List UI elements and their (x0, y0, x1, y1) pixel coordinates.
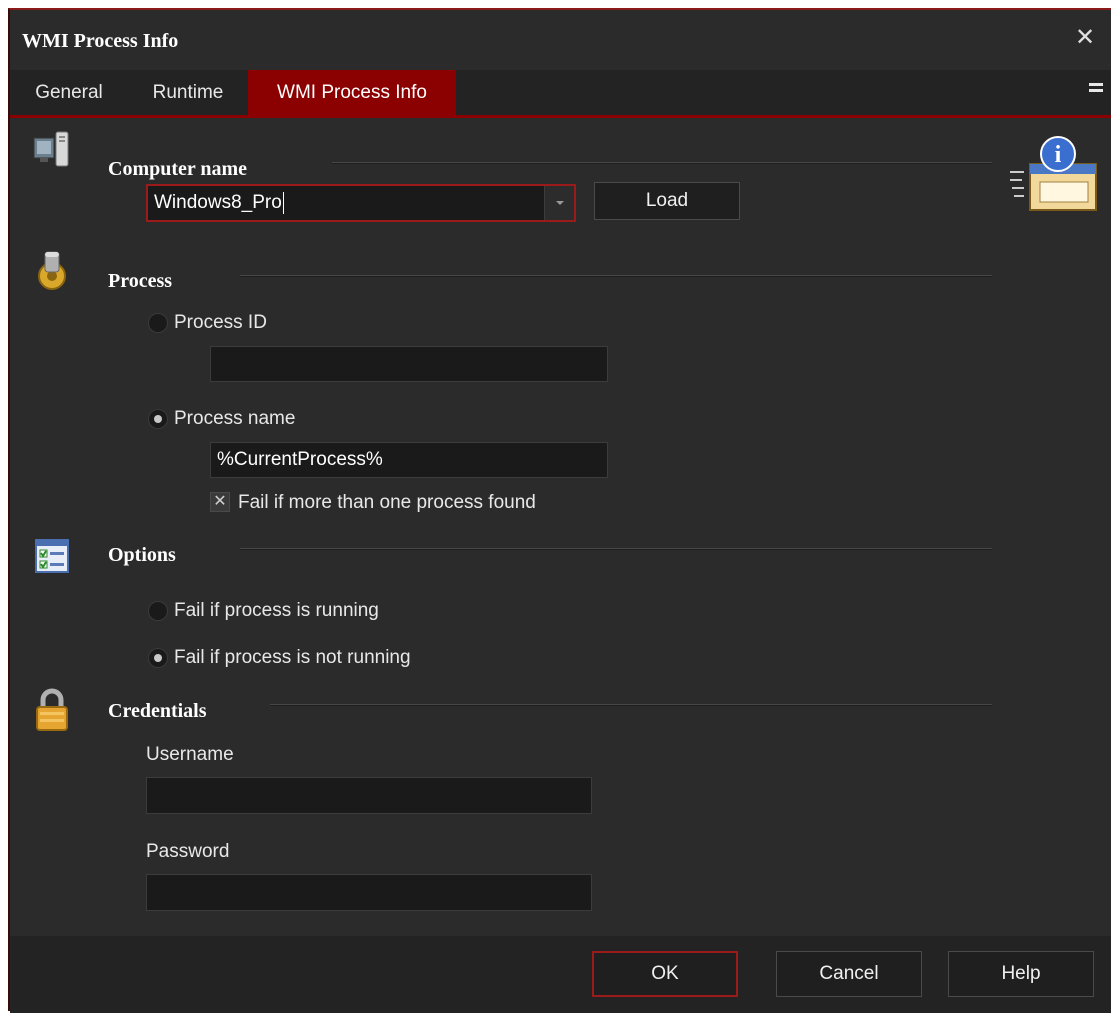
username-input[interactable] (146, 777, 592, 814)
svg-text:i: i (1055, 142, 1062, 168)
dialog-footer: OK Cancel Help (10, 936, 1111, 1013)
fail-multiple-checkbox[interactable]: ✕ (210, 492, 230, 512)
computer-name-combo[interactable]: Windows8_Pro (146, 184, 576, 222)
fail-multiple-label: Fail if more than one process found (238, 492, 536, 513)
lock-icon (36, 688, 68, 731)
cancel-button[interactable]: Cancel (776, 951, 922, 997)
chevron-down-icon[interactable] (544, 186, 574, 220)
tab-wmi-process-info[interactable]: WMI Process Info (248, 70, 456, 115)
window-title: WMI Process Info (22, 30, 179, 52)
tab-bar: General Runtime WMI Process Info (10, 70, 1111, 118)
process-id-label: Process ID (174, 312, 267, 333)
tab-menu-icon[interactable] (1089, 83, 1103, 99)
computer-icon (33, 131, 69, 167)
process-id-input[interactable] (210, 346, 608, 382)
section-divider (270, 704, 992, 706)
info-window-icon: i (1010, 136, 1097, 211)
load-button[interactable]: Load (594, 182, 740, 220)
fail-if-running-label: Fail if process is running (174, 600, 379, 621)
process-id-radio[interactable] (148, 313, 168, 333)
section-divider (240, 548, 992, 550)
title-bar: WMI Process Info ✕ (10, 10, 1111, 70)
close-button[interactable]: ✕ (1071, 24, 1099, 52)
computer-name-value: Windows8_Pro (154, 192, 282, 213)
section-divider (332, 162, 992, 164)
fail-if-not-running-radio[interactable] (148, 648, 168, 668)
section-title-options: Options (108, 544, 176, 566)
fail-if-running-radio[interactable] (148, 601, 168, 621)
section-title-computer-name: Computer name (108, 158, 248, 180)
process-name-label: Process name (174, 408, 296, 429)
ok-button[interactable]: OK (592, 951, 738, 997)
tab-runtime[interactable]: Runtime (128, 70, 248, 115)
fail-if-not-running-label: Fail if process is not running (174, 647, 411, 668)
password-input[interactable] (146, 874, 592, 911)
process-gear-icon (38, 251, 66, 290)
section-title-process: Process (108, 270, 173, 292)
process-name-input[interactable]: %CurrentProcess% (210, 442, 608, 478)
section-divider (240, 275, 992, 277)
options-checklist-icon (35, 539, 69, 573)
password-label: Password (146, 841, 230, 862)
dialog-window: WMI Process Info ✕ General Runtime WMI P… (8, 8, 1111, 1013)
process-name-radio[interactable] (148, 409, 168, 429)
username-label: Username (146, 744, 234, 765)
tab-content: Computer name Windows8_Pro Load i Proces… (10, 120, 1111, 935)
section-title-credentials: Credentials (108, 700, 207, 722)
tab-general[interactable]: General (10, 70, 128, 115)
help-button[interactable]: Help (948, 951, 1094, 997)
